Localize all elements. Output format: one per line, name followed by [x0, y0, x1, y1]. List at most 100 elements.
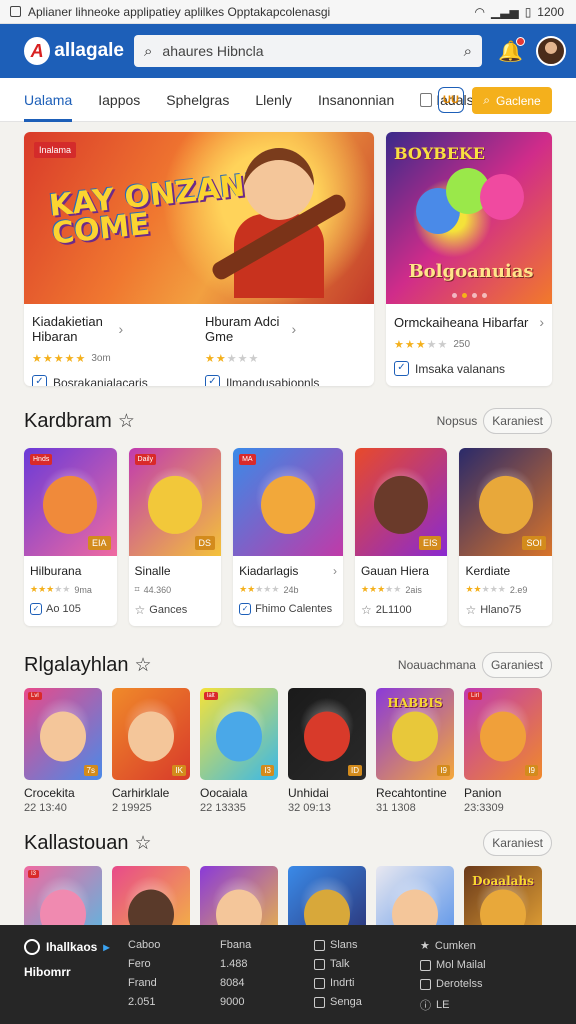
game-tile[interactable]: Lvl 7s Crocekita 22 13:40	[24, 688, 102, 814]
featured-banner-card[interactable]: Inalama KAY ONZANIOY COME Kiadakietian H…	[24, 132, 374, 386]
game-tile[interactable]: lalt I3 Oocaiala 22 13335	[200, 688, 278, 814]
footer-link[interactable]: 2.051	[128, 996, 220, 1008]
star-outline-icon[interactable]: ☆	[135, 654, 152, 677]
star-outline-icon[interactable]: ☆	[118, 410, 135, 433]
featured-mid-name[interactable]: Hburam Adci Gme	[205, 314, 280, 344]
star-icon: ★	[420, 940, 430, 952]
check-icon: ✓	[239, 603, 252, 615]
section-header-2: Rlgalayhlan ☆ Noauachmana Garaniest	[24, 652, 552, 678]
info-circle-icon: ⓘ	[420, 1000, 431, 1012]
game-tile[interactable]: HABBIS I9 Recahtontine 31 1308	[376, 688, 454, 814]
footer-link[interactable]: 9000	[220, 996, 314, 1008]
game-card[interactable]: Daily DS Sinalle ⌗ 44.360 ☆ Gances	[128, 448, 222, 626]
game-name: Sinalle	[134, 564, 171, 578]
footer-link[interactable]: ⓘ LE	[420, 997, 530, 1013]
tab-apps[interactable]: Iappos	[98, 78, 140, 122]
app-header: A allagale ⌕ ⌕ 🔔	[0, 24, 576, 78]
game-card[interactable]: EIS Gauan Hiera ★★★★★ 2ais ☆ 2L1100	[354, 448, 448, 626]
mascot-illustration	[261, 475, 315, 534]
wifi-icon: ◠	[474, 4, 485, 19]
footer-brand-1[interactable]: Ihallkaos	[46, 940, 97, 954]
game-count: 2ais	[405, 584, 422, 595]
game-value: 31 1308	[376, 802, 416, 814]
status-icons: ◠ ▁▃▅ ▯ 1200	[475, 5, 564, 19]
footer-link[interactable]: Fero	[128, 958, 220, 970]
footer-link[interactable]: 8084	[220, 977, 314, 989]
game-tile[interactable]: Lirl I9 Panion 23:3309	[464, 688, 542, 814]
star-outline-icon: ☆	[134, 603, 146, 617]
game-card[interactable]: SOI Kerdiate ★★★★★ 2.e9 ☆ Hlano75	[459, 448, 552, 626]
section-pill-2[interactable]: Garaniest	[481, 652, 552, 678]
game-tile[interactable]: IK Carhirklale 2 19925	[112, 688, 190, 814]
featured-left-name[interactable]: Kiadakietian Hibaran	[32, 314, 107, 344]
footer-link[interactable]: Frand	[128, 977, 220, 989]
game-card[interactable]: Hnds EIA Hilburana ★★★★★ 9ma ✓ Ao 105	[24, 448, 117, 626]
star-outline-icon[interactable]: ☆	[135, 832, 152, 855]
tab-specials[interactable]: Sphelgras	[166, 78, 229, 122]
game-level-badge: I9	[437, 765, 450, 776]
game-name: Panion	[464, 786, 502, 800]
section-link-1[interactable]: Nopsus	[437, 414, 478, 428]
footer-link[interactable]: Senga	[314, 996, 420, 1008]
section-pill-1[interactable]: Karaniest	[483, 408, 552, 434]
footer-link-label: LE	[436, 999, 450, 1011]
game-art: IK	[112, 688, 190, 780]
featured-side-card[interactable]: BOYBEKE Bolgoanuias Ormckaiheana Hibarfa…	[386, 132, 552, 386]
game-rating: ★★★★★ 24b	[239, 584, 337, 595]
game-value: 32 09:13	[288, 802, 331, 814]
search-box[interactable]: ⌕ ⌕	[134, 35, 482, 67]
tab-home[interactable]: Ualama	[24, 78, 73, 122]
game-level-badge: I3	[261, 765, 274, 776]
footer-link[interactable]: Mol Mailal	[420, 959, 530, 971]
section-title-3: Kallastouan	[24, 831, 129, 854]
carousel-dots[interactable]	[386, 293, 552, 298]
mascot-illustration	[40, 711, 86, 762]
section-link-2[interactable]: Noauachmana	[398, 658, 476, 672]
bears-illustration	[416, 168, 526, 248]
check-icon: ✓	[394, 361, 409, 376]
game-card[interactable]: MA Kiadarlagis › ★★★★★ 24b ✓ Fhimo Calentes	[233, 448, 343, 626]
star-outline-icon: ☆	[465, 603, 477, 617]
chevron-right-icon[interactable]: ›	[539, 314, 544, 330]
chevron-right-icon[interactable]: ›	[292, 321, 367, 337]
search-submit-icon[interactable]: ⌕	[464, 43, 472, 60]
cta-button[interactable]: ⌕ Gaclene	[472, 87, 552, 114]
section-title-1: Kardbram	[24, 409, 112, 432]
tab-family[interactable]: Llenly	[255, 78, 292, 122]
section-pill-3[interactable]: Karaniest	[483, 830, 552, 856]
footer-link[interactable]: Fbana	[220, 939, 314, 951]
star-outline-icon: ☆	[360, 603, 372, 617]
game-badge: MA	[239, 454, 256, 465]
chevron-right-icon[interactable]: ›	[119, 321, 194, 337]
footer-link[interactable]: Indrti	[314, 977, 420, 989]
game-rating: ⌗ 44.360	[135, 584, 216, 595]
game-sub: 2L1100	[375, 604, 412, 616]
mascot-illustration	[478, 475, 533, 534]
game-art: SOI	[459, 448, 552, 556]
chevron-right-icon[interactable]: ›	[333, 564, 337, 578]
brand-logo[interactable]: A allagale	[24, 37, 124, 65]
game-tile[interactable]: ID Unhidai 32 09:13	[288, 688, 366, 814]
grid-toggle-button[interactable]: UU	[438, 87, 464, 113]
game-count: 44.360	[143, 584, 172, 595]
footer-link[interactable]: Caboo	[128, 939, 220, 951]
game-value: 22 13:40	[24, 802, 67, 814]
footer-link[interactable]: 1.488	[220, 958, 314, 970]
avatar[interactable]	[536, 36, 566, 66]
grid-icon: ⌗	[134, 584, 140, 594]
tab-insanonnian[interactable]: Insanonnian	[318, 78, 394, 122]
game-name: Crocekita	[24, 786, 75, 800]
search-input[interactable]	[162, 43, 454, 59]
featured-right-name[interactable]: Ormckaiheana Hibarfar	[394, 315, 528, 330]
guitar-kid-illustration	[209, 148, 349, 298]
footer-brand-2: Hibomrr	[24, 965, 71, 979]
check-icon: ✓	[32, 375, 47, 386]
section-title-2: Rlgalayhlan	[24, 653, 129, 676]
mascot-illustration	[43, 475, 98, 534]
game-sub: Hlano75	[480, 604, 522, 616]
footer-link[interactable]: Talk	[314, 958, 420, 970]
notification-bell-icon[interactable]: 🔔	[498, 36, 525, 64]
footer-link[interactable]: Derotelss	[420, 978, 530, 990]
footer-link[interactable]: ★ Cumken	[420, 939, 530, 953]
footer-link[interactable]: Slans	[314, 939, 420, 951]
